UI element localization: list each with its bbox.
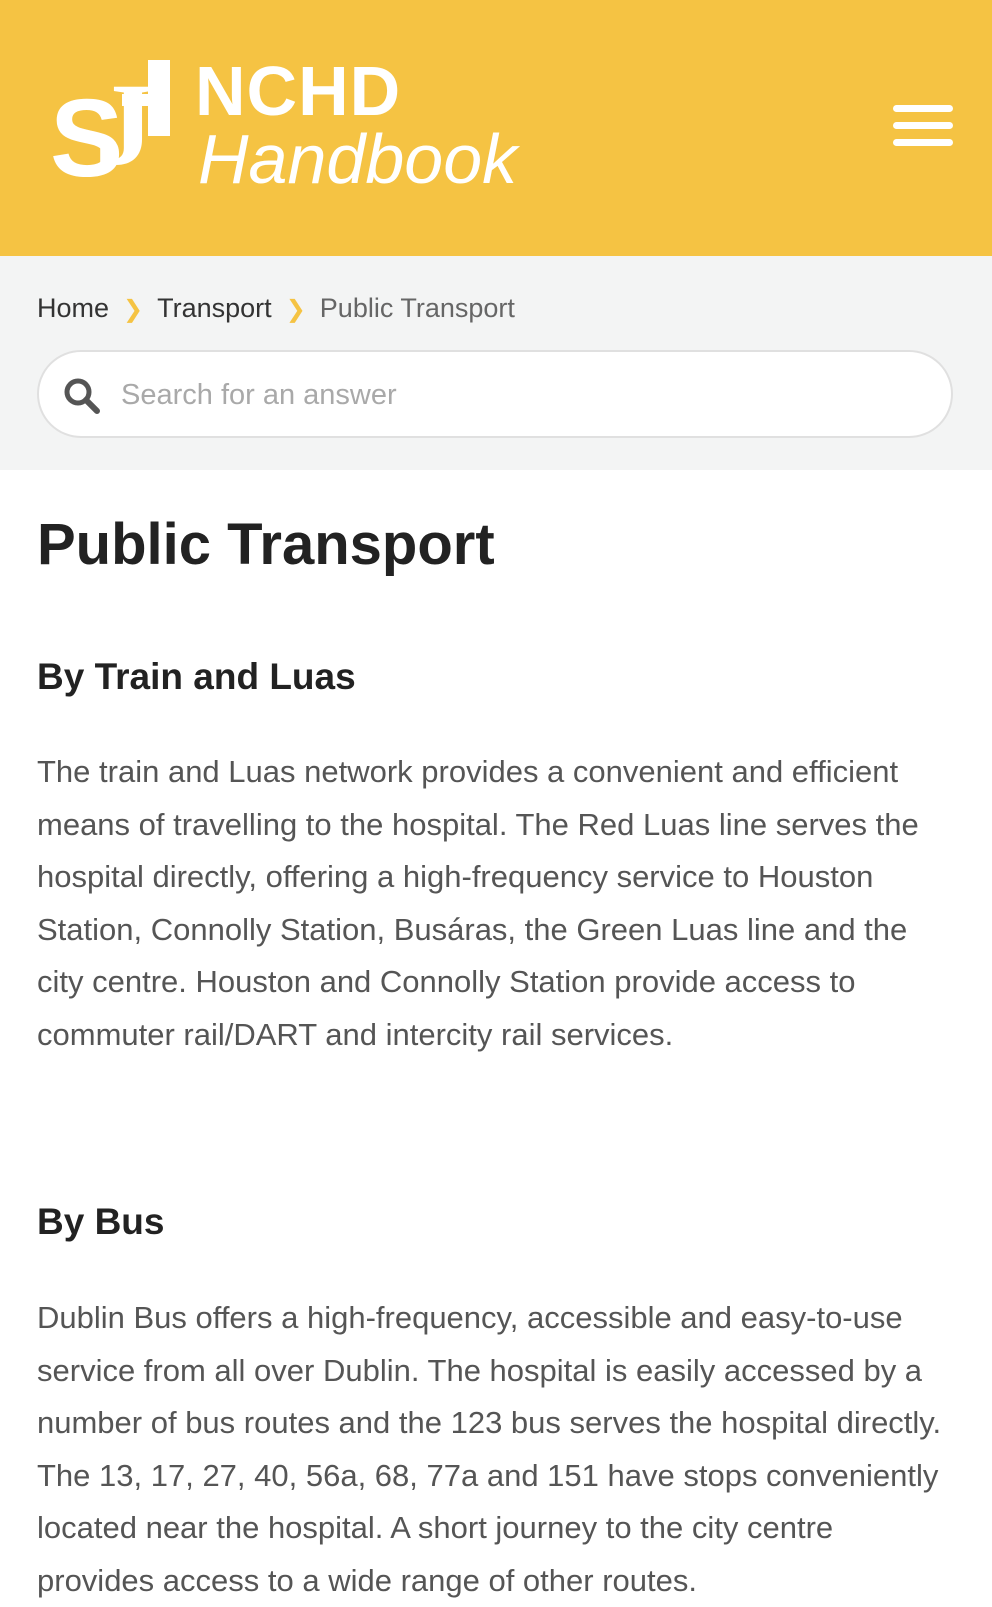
menu-bar bbox=[893, 139, 953, 146]
site-logo[interactable]: S J NCHD Handbook bbox=[50, 56, 530, 196]
menu-bar bbox=[893, 122, 953, 129]
breadcrumb-transport[interactable]: Transport bbox=[157, 293, 272, 323]
search-box[interactable] bbox=[37, 350, 953, 438]
section-heading-bus: By Bus bbox=[37, 1201, 165, 1242]
breadcrumb-current: Public Transport bbox=[319, 293, 515, 323]
chevron-right-icon: ❯ bbox=[123, 296, 144, 323]
site-header: S J NCHD Handbook bbox=[0, 0, 992, 256]
breadcrumb: Home ❯ Transport ❯ Public Transport bbox=[37, 290, 515, 328]
svg-text:J: J bbox=[95, 59, 154, 190]
section-body-bus: Dublin Bus offers a high-frequency, acce… bbox=[37, 1300, 942, 1598]
chevron-right-icon: ❯ bbox=[285, 296, 306, 323]
section-body-train: The train and Luas network provides a co… bbox=[37, 754, 919, 1052]
page-title: Public Transport bbox=[37, 512, 495, 577]
search-input[interactable] bbox=[119, 366, 923, 424]
search-icon[interactable] bbox=[61, 375, 103, 417]
hamburger-menu-icon[interactable] bbox=[893, 100, 953, 150]
sjh-logo-mark: S J bbox=[50, 59, 170, 196]
section-heading-train: By Train and Luas bbox=[37, 656, 356, 697]
menu-bar bbox=[893, 105, 953, 112]
logo-subtitle: Handbook bbox=[198, 120, 518, 198]
breadcrumb-home[interactable]: Home bbox=[37, 293, 109, 323]
logo-title: NCHD bbox=[195, 52, 402, 130]
